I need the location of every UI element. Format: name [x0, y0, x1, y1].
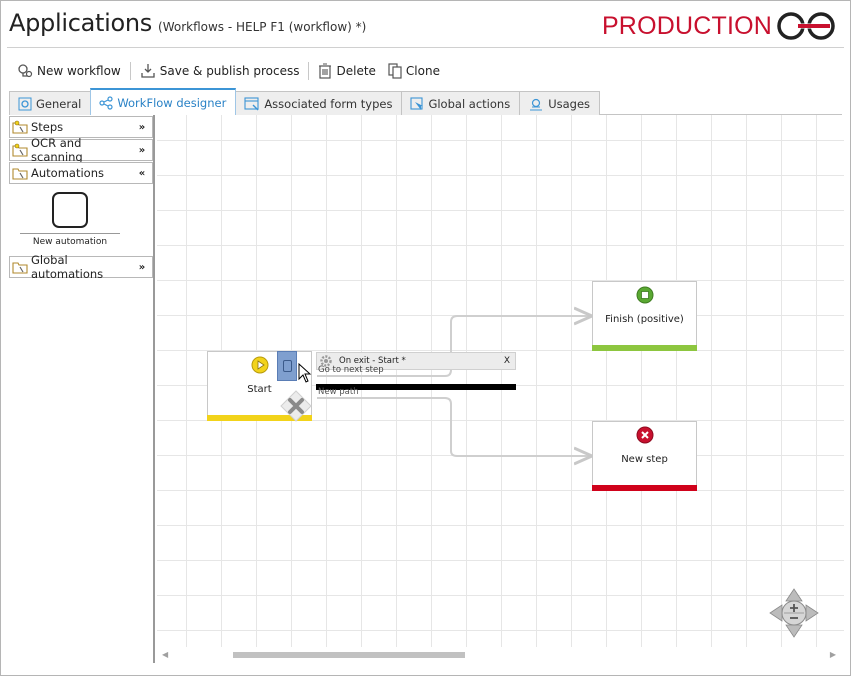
pan-zoom-navigator-icon[interactable]	[768, 587, 820, 639]
section-automations[interactable]: Automations «	[9, 162, 153, 184]
tab-general-label: General	[36, 96, 82, 111]
tab-usages[interactable]: Usages	[519, 91, 601, 115]
path-to-new-step[interactable]	[317, 397, 590, 456]
finish-node-label: Finish (positive)	[605, 314, 684, 325]
toolbar-divider	[308, 62, 310, 80]
tab-global-actions[interactable]: Global actions	[401, 91, 521, 115]
tool-divider	[20, 233, 120, 234]
tab-general[interactable]: General	[9, 91, 92, 115]
delete-label: Delete	[336, 64, 376, 78]
trash-icon	[319, 63, 332, 79]
save-publish-label: Save & publish process	[159, 64, 300, 78]
play-icon	[251, 356, 269, 374]
page-title: Applications	[9, 9, 153, 37]
connector-handle[interactable]	[277, 351, 297, 381]
finish-node-bar	[592, 345, 697, 351]
finish-node[interactable]: Finish (positive)	[592, 281, 697, 351]
toolbar-divider	[129, 62, 131, 80]
chevron-down-icon: »	[138, 121, 146, 133]
tab-usages-label: Usages	[548, 96, 591, 111]
new-workflow-button[interactable]: New workflow	[13, 61, 125, 81]
copy-icon	[388, 63, 402, 79]
mouse-cursor-icon	[298, 363, 312, 383]
save-publish-button[interactable]: Save & publish process	[136, 61, 304, 81]
clone-label: Clone	[405, 64, 440, 78]
tab-workflow-designer-label: WorkFlow designer	[117, 95, 227, 110]
close-panel-button[interactable]: X	[504, 356, 510, 366]
section-automations-label: Automations	[31, 166, 104, 180]
new-path-label[interactable]: New path	[318, 387, 359, 397]
clone-button[interactable]: Clone	[384, 61, 444, 81]
on-exit-panel[interactable]: On exit - Start * X Go to next step	[316, 352, 516, 390]
new-step-node[interactable]: New step	[592, 421, 697, 491]
usages-icon	[530, 98, 543, 111]
chevron-up-icon: «	[138, 167, 146, 179]
new-automation-label: New automation	[32, 237, 108, 247]
form-icon	[244, 96, 259, 110]
section-global-automations-label: Global automations	[31, 253, 104, 281]
new-workflow-icon	[18, 64, 33, 78]
chevron-down-icon: »	[138, 261, 146, 273]
section-ocr-scanning-label: OCR and scanning	[31, 136, 83, 164]
new-step-node-label: New step	[621, 454, 668, 465]
new-workflow-label: New workflow	[37, 64, 121, 78]
new-step-node-bar	[592, 485, 697, 491]
tab-associated-form-types[interactable]: Associated form types	[235, 91, 403, 115]
folder-icon	[12, 143, 28, 157]
chevron-down-icon: »	[138, 144, 146, 156]
scroll-left-icon[interactable]: ◀	[162, 650, 168, 659]
section-global-automations[interactable]: Global automations »	[9, 253, 153, 281]
save-publish-icon	[141, 64, 155, 78]
folder-icon	[12, 262, 28, 274]
delete-button[interactable]: Delete	[314, 61, 379, 81]
environment-brand: PRODUCTION	[602, 11, 838, 41]
workflow-canvas[interactable]: Start On exit - Start * X Go to next ste…	[157, 115, 844, 647]
tab-strip: General WorkFlow designer Associated for…	[9, 88, 601, 115]
application-window: Applications (Workflows - HELP F1 (workf…	[0, 0, 851, 676]
brand-logo-icon	[777, 12, 835, 40]
horizontal-scrollbar[interactable]: ◀ ▶	[157, 647, 844, 663]
tab-associated-form-types-label: Associated form types	[264, 96, 393, 111]
folder-icon	[12, 168, 28, 180]
stop-icon	[636, 286, 654, 304]
connector-handle-icon	[283, 360, 292, 372]
tab-workflow-designer[interactable]: WorkFlow designer	[90, 88, 237, 115]
page-subtitle: (Workflows - HELP F1 (workflow) *)	[158, 20, 367, 34]
automation-shape-icon	[52, 192, 88, 228]
folder-icon	[12, 120, 28, 134]
new-automation-tool[interactable]: New automation	[20, 192, 120, 247]
toolbar: New workflow Save & publish process Dele…	[13, 59, 444, 83]
scroll-right-icon[interactable]: ▶	[830, 650, 836, 659]
delete-connection-icon[interactable]	[280, 390, 312, 422]
go-to-next-step-label[interactable]: Go to next step	[318, 365, 384, 375]
error-icon	[636, 426, 654, 444]
tab-global-actions-label: Global actions	[428, 96, 511, 111]
section-steps-label: Steps	[31, 120, 64, 134]
title-separator	[7, 47, 844, 48]
scrollbar-thumb[interactable]	[233, 652, 465, 658]
section-ocr-scanning[interactable]: OCR and scanning »	[9, 136, 153, 164]
action-icon	[410, 96, 424, 110]
environment-label: PRODUCTION	[601, 11, 772, 40]
section-steps[interactable]: Steps »	[9, 116, 153, 138]
gear-icon	[18, 97, 32, 110]
title-row: Applications (Workflows - HELP F1 (workf…	[9, 9, 366, 45]
toolbox-sidebar: Steps » OCR and scanning » Automations «…	[7, 115, 155, 663]
share-icon	[99, 95, 113, 110]
